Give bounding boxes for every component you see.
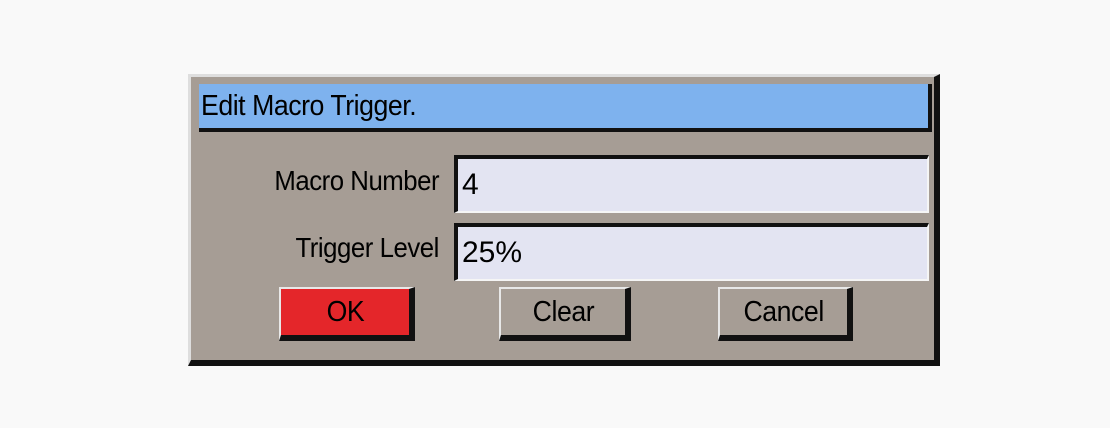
trigger-level-label: Trigger Level xyxy=(295,232,440,263)
ok-button[interactable]: OK xyxy=(279,287,415,341)
macro-number-value: 4 xyxy=(462,168,479,201)
trigger-level-value: 25% xyxy=(462,236,523,269)
cancel-button[interactable]: Cancel xyxy=(718,287,853,341)
screen: Edit Macro Trigger. Macro Number 4 Trigg… xyxy=(0,0,1110,428)
ok-button-label: OK xyxy=(326,295,364,328)
clear-button-label: Clear xyxy=(532,295,594,328)
dialog-title-bar: Edit Macro Trigger. xyxy=(199,84,932,132)
macro-number-field[interactable]: 4 xyxy=(454,155,929,213)
clear-button[interactable]: Clear xyxy=(499,287,631,341)
edit-macro-trigger-dialog: Edit Macro Trigger. Macro Number 4 Trigg… xyxy=(188,74,940,366)
trigger-level-field[interactable]: 25% xyxy=(454,223,929,281)
dialog-title: Edit Macro Trigger. xyxy=(201,89,417,122)
cancel-button-label: Cancel xyxy=(743,295,824,328)
macro-number-label: Macro Number xyxy=(274,165,439,196)
